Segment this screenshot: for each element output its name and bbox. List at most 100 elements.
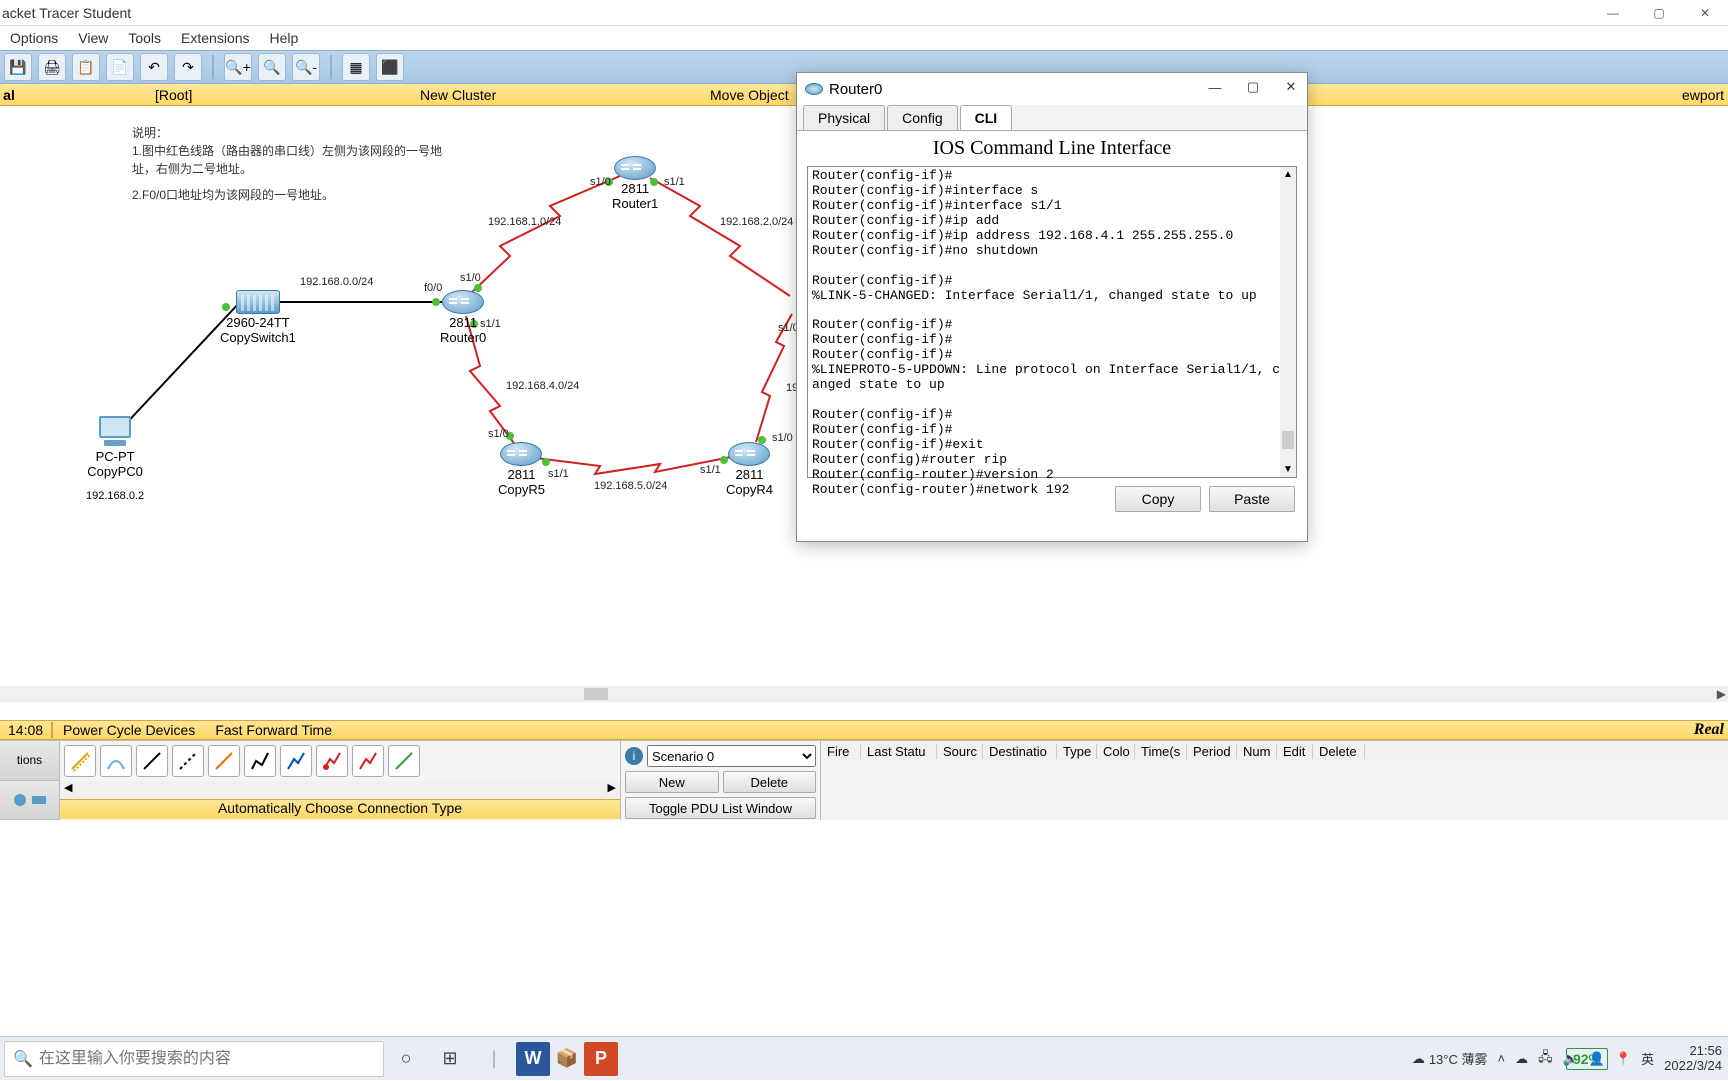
nav-left: al [0, 87, 18, 103]
device-r5[interactable]: 2811CopyR5 [498, 442, 545, 498]
tray-up-icon[interactable]: ˄ [1497, 1051, 1505, 1066]
toggle-pdu-button[interactable]: Toggle PDU List Window [625, 797, 816, 819]
col-color[interactable]: Colo [1097, 744, 1135, 759]
cli-textarea[interactable]: Router(config-if)# Router(config-if)#int… [807, 166, 1297, 478]
nav-move-object[interactable]: Move Object [710, 87, 789, 103]
conn-phone-icon[interactable] [244, 745, 276, 777]
ime-indicator[interactable]: 英 [1641, 1049, 1654, 1068]
minimize-icon[interactable]: — [1590, 0, 1636, 26]
minimize-icon[interactable]: — [1203, 77, 1227, 97]
col-type[interactable]: Type [1057, 744, 1097, 759]
conn-console-icon[interactable] [100, 745, 132, 777]
realtime-label[interactable]: Real [1694, 721, 1724, 739]
task-view-icon[interactable]: ⊞ [428, 1037, 472, 1081]
conn-serial-dce-icon[interactable] [316, 745, 348, 777]
zoom-in-icon[interactable]: 🔍+ [224, 53, 252, 81]
menu-extensions[interactable]: Extensions [173, 28, 257, 48]
conn-octal-icon[interactable] [388, 745, 420, 777]
menu-tools[interactable]: Tools [120, 28, 169, 48]
col-delete[interactable]: Delete [1313, 744, 1365, 759]
conn-fiber-icon[interactable] [208, 745, 240, 777]
copy-icon[interactable]: 📋 [72, 53, 100, 81]
volume-icon[interactable]: 🔉 [1563, 1051, 1579, 1067]
device-switch1[interactable]: 2960-24TTCopySwitch1 [220, 290, 296, 346]
connections-group[interactable]: tions [0, 741, 59, 781]
new-button[interactable]: New [625, 771, 719, 793]
device-pc0[interactable]: PC-PTCopyPC0 192.168.0.2 [86, 416, 144, 502]
nav-viewport[interactable]: ewport [1682, 87, 1724, 103]
fast-forward-button[interactable]: Fast Forward Time [205, 722, 342, 738]
router-icon [805, 83, 823, 95]
conn-scrollbar[interactable]: ◀▶ [60, 781, 620, 799]
redo-icon[interactable]: ↷ [174, 53, 202, 81]
switch-icon [236, 290, 280, 314]
save-icon[interactable]: 💾 [4, 53, 32, 81]
device-subgroup[interactable] [0, 781, 59, 821]
cli-scrollbar[interactable]: ▲ ▼ [1280, 167, 1296, 477]
undo-icon[interactable]: ↶ [140, 53, 168, 81]
custom-device-icon[interactable]: ⬛ [376, 53, 404, 81]
search-input[interactable] [39, 1050, 383, 1068]
port-label: s1/0 [772, 432, 793, 444]
conn-serial-dte-icon[interactable] [352, 745, 384, 777]
palette-icon[interactable]: ▦ [342, 53, 370, 81]
scroll-up-icon[interactable]: ▲ [1283, 169, 1293, 180]
conn-coax-icon[interactable] [280, 745, 312, 777]
people-icon[interactable]: 👤 [1589, 1051, 1605, 1067]
close-icon[interactable]: ✕ [1682, 0, 1728, 26]
menu-help[interactable]: Help [262, 28, 307, 48]
paste-icon[interactable]: 📄 [106, 53, 134, 81]
nav-new-cluster[interactable]: New Cluster [420, 87, 496, 103]
taskbar-clock[interactable]: 21:56 2022/3/24 [1664, 1044, 1722, 1073]
col-period[interactable]: Period [1187, 744, 1237, 759]
connection-types [60, 741, 620, 781]
maximize-icon[interactable]: ▢ [1241, 77, 1265, 97]
device-router1[interactable]: 2811Router1 [612, 156, 658, 212]
maximize-icon[interactable]: ▢ [1636, 0, 1682, 26]
taskbar-search[interactable]: 🔍 [4, 1041, 384, 1077]
col-edit[interactable]: Edit [1277, 744, 1313, 759]
canvas-hscrollbar[interactable]: ▶ [0, 686, 1728, 702]
scenario-select[interactable]: Scenario 0 [647, 745, 816, 767]
zoom-out-icon[interactable]: 🔍- [292, 53, 320, 81]
col-last[interactable]: Last Statu [861, 744, 937, 759]
link-label: 192.168.0.0/24 [300, 276, 373, 288]
window-title: Router0 [829, 81, 882, 98]
tab-physical[interactable]: Physical [803, 105, 885, 130]
col-fire[interactable]: Fire [821, 744, 861, 759]
onedrive-icon[interactable]: ☁ [1515, 1051, 1528, 1067]
nav-root[interactable]: [Root] [155, 87, 192, 103]
tab-cli[interactable]: CLI [960, 105, 1013, 130]
canvas-note: 说明： 1.图中红色线路（路由器的串口线）左侧为该网段的一号地址，右侧为二号地址… [132, 124, 452, 204]
scrollbar-thumb[interactable] [1282, 431, 1294, 449]
menu-options[interactable]: Options [2, 28, 66, 48]
info-icon[interactable]: i [625, 747, 643, 765]
router0-window[interactable]: Router0 — ▢ ✕ Physical Config CLI IOS Co… [796, 72, 1308, 542]
network-icon[interactable]: 🖧 [1538, 1048, 1553, 1070]
scroll-down-icon[interactable]: ▼ [1283, 464, 1293, 475]
packet-tracer-icon[interactable]: 📦 [550, 1042, 584, 1076]
power-cycle-button[interactable]: Power Cycle Devices [53, 722, 205, 738]
word-icon[interactable]: W [516, 1042, 550, 1076]
powerpoint-icon[interactable]: P [584, 1042, 618, 1076]
menu-view[interactable]: View [70, 28, 116, 48]
cli-output[interactable]: Router(config-if)# Router(config-if)#int… [808, 167, 1296, 500]
print-icon[interactable]: 🖨 [38, 53, 66, 81]
cortana-icon[interactable]: ○ [384, 1037, 428, 1081]
device-r4[interactable]: 2811CopyR4 [726, 442, 773, 498]
device-model: 2811 [449, 315, 477, 330]
delete-button[interactable]: Delete [723, 771, 817, 793]
col-src[interactable]: Sourc [937, 744, 983, 759]
col-time[interactable]: Time(s [1135, 744, 1187, 759]
zoom-reset-icon[interactable]: 🔍 [258, 53, 286, 81]
col-num[interactable]: Num [1237, 744, 1277, 759]
close-icon[interactable]: ✕ [1279, 77, 1303, 97]
weather-widget[interactable]: ☁ 13°C 薄雾 [1412, 1049, 1488, 1068]
location-icon[interactable]: 📍 [1615, 1051, 1631, 1067]
col-dst[interactable]: Destinatio [983, 744, 1057, 759]
conn-auto-icon[interactable] [64, 745, 96, 777]
tab-config[interactable]: Config [887, 105, 957, 130]
conn-crossover-icon[interactable] [172, 745, 204, 777]
window-titlebar[interactable]: Router0 — ▢ ✕ [797, 73, 1307, 105]
conn-straight-icon[interactable] [136, 745, 168, 777]
